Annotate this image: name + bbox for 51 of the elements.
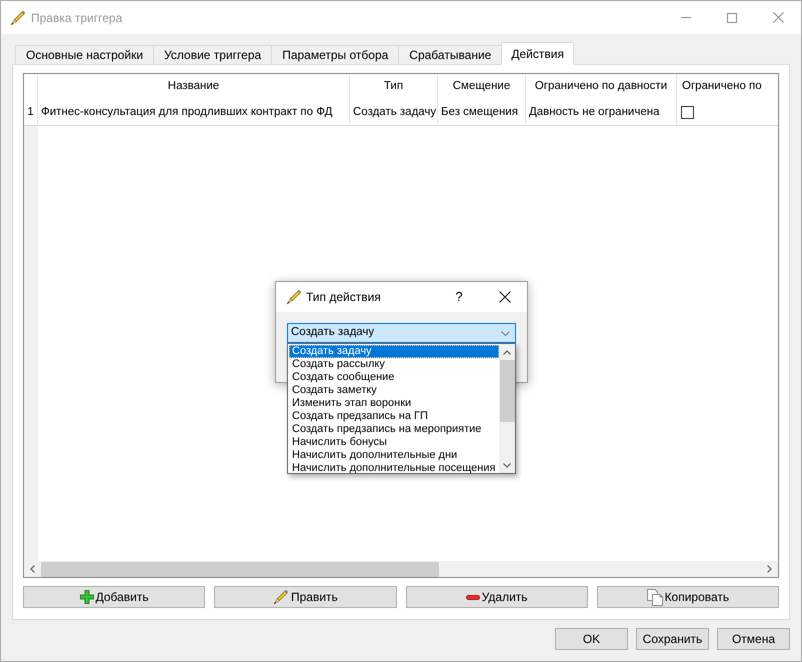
window-title: Правка триггера [31, 10, 122, 26]
dropdown-option[interactable]: Начислить дополнительные дни [289, 449, 499, 462]
vertical-scrollbar[interactable] [499, 344, 515, 473]
dropdown-option[interactable]: Создать рассылку [289, 358, 499, 371]
column-header[interactable]: Название [38, 74, 350, 100]
edit-button[interactable]: Править [214, 586, 396, 608]
column-header[interactable]: Ограничено по давности [526, 74, 677, 100]
pencil-icon [286, 289, 302, 305]
dropdown-option[interactable]: Создать задачу [289, 345, 499, 358]
chevron-down-icon[interactable] [503, 462, 511, 468]
horizontal-scrollbar[interactable] [24, 561, 778, 577]
ok-button[interactable]: OK [555, 628, 628, 650]
dropdown-option[interactable]: Изменить этап воронки [289, 397, 499, 410]
chevron-down-icon [501, 330, 510, 336]
dropdown-option[interactable]: Создать предзапись на мероприятие [289, 423, 499, 436]
combo-box[interactable]: Создать задачу [287, 323, 516, 343]
tab[interactable]: Основные настройки [15, 45, 154, 65]
dropdown-option[interactable]: Начислить бонусы [289, 436, 499, 449]
scrollbar-thumb[interactable] [500, 360, 514, 422]
save-button[interactable]: Сохранить [636, 628, 709, 650]
table-cell: Давность не ограничена [526, 100, 677, 125]
dropdown-option[interactable]: Начислить дополнительные посещения [289, 462, 499, 475]
dropdown-option[interactable]: Создать предзапись на ГП [289, 410, 499, 423]
table-cell: Создать задачу [350, 100, 438, 125]
pencil-icon [272, 589, 289, 605]
copy-button[interactable]: Копировать [596, 586, 779, 608]
dialog-title: Тип действия [306, 289, 381, 306]
minus-icon [466, 594, 480, 600]
cancel-button[interactable]: Отмена [717, 628, 790, 650]
column-header[interactable]: Смещение [438, 74, 526, 100]
tab[interactable]: Действия [501, 42, 574, 65]
pages-icon [646, 588, 663, 606]
delete-button[interactable]: Удалить [406, 586, 588, 608]
dropdown-option[interactable]: Создать сообщение [289, 371, 499, 384]
column-header[interactable]: Ограничено по [677, 74, 778, 100]
table-cell: Фитнес-консультация для продливших контракт по ФД [38, 100, 350, 125]
chevron-left-icon[interactable] [30, 565, 35, 573]
column-header[interactable]: Тип [350, 74, 438, 100]
help-button[interactable]: ? [436, 287, 482, 307]
plus-icon [80, 590, 94, 604]
row-number: 1 [24, 100, 38, 125]
maximize-icon[interactable] [727, 12, 737, 22]
chevron-up-icon[interactable] [503, 350, 511, 354]
chevron-right-icon[interactable] [767, 565, 772, 573]
pencil-icon [10, 10, 26, 26]
add-button[interactable]: Добавить [23, 586, 206, 608]
scrollbar-thumb[interactable] [41, 562, 439, 576]
checkbox[interactable] [681, 106, 694, 119]
table-cell: Без смещения [438, 100, 526, 125]
close-icon[interactable] [498, 291, 510, 303]
dropdown-option[interactable]: Создать заметку [289, 384, 499, 397]
